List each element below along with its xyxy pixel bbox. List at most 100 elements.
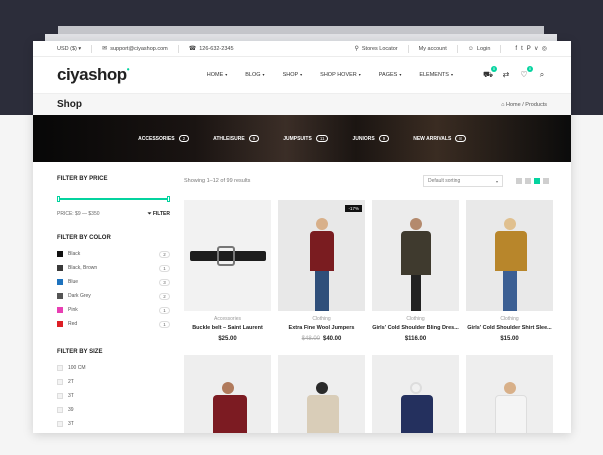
product-category[interactable]: Clothing xyxy=(372,316,459,322)
filter-icon: ⏷ xyxy=(147,211,152,217)
size-option[interactable]: 3T xyxy=(57,417,170,431)
product-image[interactable] xyxy=(466,200,553,311)
color-option[interactable]: Red 1 xyxy=(57,317,170,331)
product-card[interactable] xyxy=(278,355,365,433)
slider-handle-min[interactable] xyxy=(57,196,60,202)
divider xyxy=(500,44,502,53)
twitter-icon[interactable]: t xyxy=(521,46,523,52)
size-option[interactable]: 39 xyxy=(57,403,170,417)
grid-4-icon[interactable] xyxy=(534,178,540,184)
model-body xyxy=(400,231,431,275)
product-price: $15.00 xyxy=(466,336,553,342)
size-option[interactable]: 2T xyxy=(57,375,170,389)
product-image[interactable]: -17% xyxy=(278,200,365,311)
nav-item-shop[interactable]: SHOP ▾ xyxy=(274,72,303,78)
size-option[interactable]: 3T xyxy=(57,389,170,403)
product-price: $25.00 xyxy=(184,336,271,342)
size-label: 2T xyxy=(68,379,74,385)
breadcrumb-current: Products xyxy=(525,101,547,108)
product-card[interactable] xyxy=(466,355,553,433)
product-card[interactable] xyxy=(372,355,459,433)
product-image[interactable] xyxy=(372,355,459,433)
product-title[interactable]: Girls' Cold Shoulder Bling Dres... xyxy=(372,325,459,331)
divider xyxy=(91,44,93,53)
product-category[interactable]: Clothing xyxy=(466,316,553,322)
slider-handle-max[interactable] xyxy=(167,196,170,202)
product-category[interactable]: Accessories xyxy=(184,316,271,322)
color-swatch xyxy=(57,321,63,327)
category-new-arrivals[interactable]: NEW ARRIVALS 8 xyxy=(413,135,466,142)
nav-item-home[interactable]: HOME ▾ xyxy=(198,72,228,78)
product-title[interactable]: Extra Fine Wool Jumpers xyxy=(278,325,365,331)
wishlist-icon[interactable]: ♡ 0 xyxy=(519,66,533,80)
product-title[interactable]: Buckle belt – Saint Laurent xyxy=(184,325,271,331)
product-card[interactable]: Accessories Buckle belt – Saint Laurent … xyxy=(184,200,271,342)
product-image[interactable] xyxy=(184,355,271,433)
color-option[interactable]: Black 2 xyxy=(57,247,170,261)
search-icon[interactable]: ⌕ xyxy=(537,70,547,80)
nav-item-blog[interactable]: BLOG ▾ xyxy=(236,72,264,78)
vimeo-icon[interactable]: v xyxy=(535,46,538,52)
color-count: 2 xyxy=(159,292,170,300)
instagram-icon[interactable]: ◎ xyxy=(542,45,547,52)
price-slider[interactable] xyxy=(57,195,170,203)
category-athleisure[interactable]: ATHLEISURE 9 xyxy=(213,135,260,142)
nav-item-pages[interactable]: PAGES ▾ xyxy=(370,72,402,78)
product-category[interactable]: Clothing xyxy=(278,316,365,322)
product-title[interactable]: Girls' Cold Shoulder Shirt Slee... xyxy=(466,325,553,331)
facebook-icon[interactable]: f xyxy=(515,46,517,52)
color-option[interactable]: Blue 3 xyxy=(57,275,170,289)
view-switcher xyxy=(513,178,549,184)
filter-button[interactable]: ⏷ FILTER xyxy=(147,211,170,217)
color-label: Blue xyxy=(68,279,79,285)
category-count: 9 xyxy=(378,135,390,142)
size-label: 39 xyxy=(68,407,74,413)
grid-2-icon[interactable] xyxy=(516,178,522,184)
product-card[interactable]: -17% Clothing Extra Fine Wool Jumpers $4… xyxy=(278,200,365,342)
product-image[interactable] xyxy=(372,200,459,311)
category-jumpsuits[interactable]: JUMPSUITS 11 xyxy=(283,135,329,142)
currency-selector[interactable]: USD ($) ▾ xyxy=(57,46,81,52)
price-current: $25.00 xyxy=(218,336,237,342)
size-checkbox[interactable] xyxy=(57,393,63,399)
size-checkbox[interactable] xyxy=(57,365,63,371)
nav-item-elements[interactable]: ELEMENTS ▾ xyxy=(410,72,453,78)
compare-icon[interactable]: ⇄ xyxy=(501,70,511,80)
color-option[interactable]: Black, Brown 1 xyxy=(57,261,170,275)
cart-icon[interactable]: ⛟ 0 xyxy=(483,66,497,80)
color-option[interactable]: Dark Grey 2 xyxy=(57,289,170,303)
list-view-icon[interactable] xyxy=(543,178,549,184)
nav-item-shop-hover[interactable]: SHOP HOVER ▾ xyxy=(311,72,361,78)
product-image[interactable] xyxy=(278,355,365,433)
pinterest-icon[interactable]: P xyxy=(527,46,531,52)
product-image[interactable] xyxy=(184,200,271,311)
email-link[interactable]: ✉ support@ciyashop.com xyxy=(102,45,168,52)
product-price: $48.00 $40.00 xyxy=(278,336,365,342)
login-link[interactable]: ☺ Login xyxy=(468,46,491,52)
stores-locator-link[interactable]: ⚲ Stores Locator xyxy=(354,45,397,52)
size-checkbox[interactable] xyxy=(57,421,63,427)
grid-3-icon[interactable] xyxy=(525,178,531,184)
sort-select[interactable]: Default sorting ▾ xyxy=(423,175,503,187)
breadcrumb-home[interactable]: Home xyxy=(506,102,521,108)
size-option[interactable]: 4T xyxy=(57,431,170,433)
site-logo[interactable]: ciyashop• xyxy=(57,65,130,85)
category-accessories[interactable]: ACCESSORIES 2 xyxy=(138,135,190,142)
size-option[interactable]: 100 CM xyxy=(57,361,170,375)
size-checkbox[interactable] xyxy=(57,407,63,413)
product-image[interactable] xyxy=(466,355,553,433)
model-figure xyxy=(212,382,247,433)
product-card[interactable]: Clothing Girls' Cold Shoulder Shirt Slee… xyxy=(466,200,553,342)
divider xyxy=(177,44,179,53)
product-card[interactable] xyxy=(184,355,271,433)
chevron-down-icon: ▾ xyxy=(225,72,228,77)
phone-link[interactable]: ☎ 126-632-2345 xyxy=(189,45,234,52)
price-filter-title: FILTER BY PRICE xyxy=(57,176,108,182)
nav-label: SHOP HOVER xyxy=(320,72,357,78)
user-icon: ☺ xyxy=(467,45,474,52)
color-option[interactable]: Pink 1 xyxy=(57,303,170,317)
my-account-link[interactable]: My account xyxy=(419,46,447,52)
size-checkbox[interactable] xyxy=(57,379,63,385)
product-card[interactable]: Clothing Girls' Cold Shoulder Bling Dres… xyxy=(372,200,459,342)
category-juniors[interactable]: JUNIORS 9 xyxy=(352,135,390,142)
